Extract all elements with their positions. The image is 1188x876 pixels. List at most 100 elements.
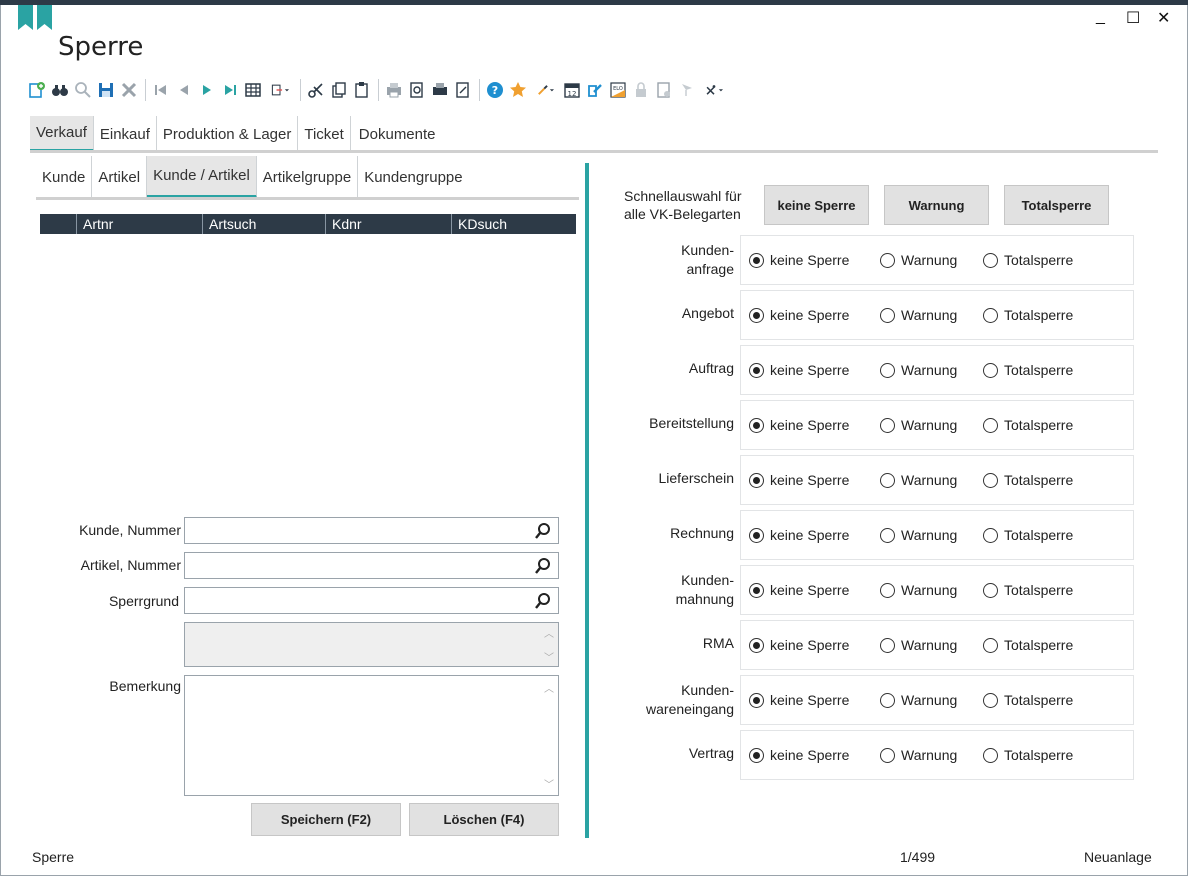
radio-indicator[interactable] bbox=[983, 637, 998, 653]
radio-indicator[interactable] bbox=[880, 362, 895, 378]
copy-icon[interactable] bbox=[328, 79, 350, 101]
subtab-kunde-artikel[interactable]: Kunde / Artikel bbox=[147, 156, 257, 198]
elo-icon[interactable]: ELO bbox=[607, 79, 629, 101]
search-icon[interactable] bbox=[534, 522, 552, 540]
sperrgrund-input[interactable] bbox=[185, 588, 525, 613]
radio-total[interactable]: Totalsperre bbox=[983, 747, 1073, 763]
radio-warn[interactable]: Warnung bbox=[880, 747, 957, 763]
radio-indicator[interactable] bbox=[983, 417, 998, 433]
radio-indicator[interactable] bbox=[880, 307, 895, 323]
radio-total[interactable]: Totalsperre bbox=[983, 582, 1073, 598]
radio-none[interactable]: keine Sperre bbox=[749, 252, 849, 268]
radio-indicator[interactable] bbox=[749, 417, 764, 433]
radio-none[interactable]: keine Sperre bbox=[749, 747, 849, 763]
quick-warnung-button[interactable]: Warnung bbox=[884, 185, 989, 225]
radio-total[interactable]: Totalsperre bbox=[983, 637, 1073, 653]
kunde-nummer-input[interactable] bbox=[185, 518, 525, 543]
radio-indicator[interactable] bbox=[880, 527, 895, 543]
radio-indicator[interactable] bbox=[983, 527, 998, 543]
minimize-button[interactable]: _ bbox=[1096, 8, 1105, 26]
radio-total[interactable]: Totalsperre bbox=[983, 527, 1073, 543]
radio-indicator[interactable] bbox=[749, 527, 764, 543]
radio-indicator[interactable] bbox=[749, 252, 764, 268]
radio-indicator[interactable] bbox=[749, 582, 764, 598]
edit-icon[interactable] bbox=[584, 79, 606, 101]
tab-ticket[interactable]: Ticket bbox=[298, 116, 351, 152]
search-icon[interactable] bbox=[534, 592, 552, 610]
maximize-button[interactable]: ☐ bbox=[1126, 8, 1140, 28]
radio-indicator[interactable] bbox=[880, 747, 895, 763]
lock-icon[interactable] bbox=[630, 79, 652, 101]
tab-verkauf[interactable]: Verkauf bbox=[30, 116, 94, 152]
delete-icon[interactable] bbox=[118, 79, 140, 101]
radio-warn[interactable]: Warnung bbox=[880, 252, 957, 268]
radio-indicator[interactable] bbox=[880, 637, 895, 653]
radio-indicator[interactable] bbox=[983, 252, 998, 268]
radio-warn[interactable]: Warnung bbox=[880, 417, 957, 433]
bemerkung-textarea[interactable]: ︿ ﹀ bbox=[184, 675, 559, 796]
save-icon[interactable] bbox=[95, 79, 117, 101]
radio-total[interactable]: Totalsperre bbox=[983, 252, 1073, 268]
scroll-down-icon[interactable]: ﹀ bbox=[542, 776, 556, 791]
help-icon[interactable]: ? bbox=[484, 79, 506, 101]
radio-total[interactable]: Totalsperre bbox=[983, 362, 1073, 378]
brush-icon[interactable] bbox=[530, 79, 560, 101]
radio-indicator[interactable] bbox=[983, 582, 998, 598]
delete-button[interactable]: Löschen (F4) bbox=[409, 803, 559, 836]
kunde-nummer-field[interactable] bbox=[184, 517, 559, 544]
radio-none[interactable]: keine Sperre bbox=[749, 362, 849, 378]
radio-warn[interactable]: Warnung bbox=[880, 692, 957, 708]
next-icon[interactable] bbox=[196, 79, 218, 101]
tab-einkauf[interactable]: Einkauf bbox=[94, 116, 157, 152]
radio-indicator[interactable] bbox=[880, 692, 895, 708]
radio-indicator[interactable] bbox=[983, 362, 998, 378]
panel-divider[interactable] bbox=[585, 163, 589, 838]
radio-indicator[interactable] bbox=[749, 307, 764, 323]
flag-icon[interactable] bbox=[676, 79, 698, 101]
scroll-up-icon[interactable]: ︿ bbox=[542, 625, 556, 640]
new-icon[interactable] bbox=[26, 79, 48, 101]
search-icon[interactable] bbox=[72, 79, 94, 101]
radio-none[interactable]: keine Sperre bbox=[749, 417, 849, 433]
radio-indicator[interactable] bbox=[749, 692, 764, 708]
grid-column-kdsuch[interactable]: KDsuch bbox=[451, 214, 576, 234]
close-button[interactable]: ✕ bbox=[1157, 8, 1170, 28]
radio-indicator[interactable] bbox=[880, 472, 895, 488]
artikel-nummer-field[interactable] bbox=[184, 552, 559, 579]
print-icon[interactable] bbox=[383, 79, 405, 101]
artikel-nummer-input[interactable] bbox=[185, 553, 525, 578]
radio-total[interactable]: Totalsperre bbox=[983, 692, 1073, 708]
document-icon[interactable] bbox=[653, 79, 675, 101]
radio-none[interactable]: keine Sperre bbox=[749, 472, 849, 488]
radio-indicator[interactable] bbox=[983, 692, 998, 708]
print-setup-icon[interactable] bbox=[429, 79, 451, 101]
radio-total[interactable]: Totalsperre bbox=[983, 307, 1073, 323]
radio-indicator[interactable] bbox=[880, 582, 895, 598]
radio-indicator[interactable] bbox=[749, 472, 764, 488]
grid-column-kdnr[interactable]: Kdnr bbox=[325, 214, 451, 234]
radio-none[interactable]: keine Sperre bbox=[749, 637, 849, 653]
scroll-up-icon[interactable]: ︿ bbox=[542, 680, 556, 695]
subtab-artikelgruppe[interactable]: Artikelgruppe bbox=[257, 156, 359, 198]
radio-total[interactable]: Totalsperre bbox=[983, 472, 1073, 488]
grid-column-artnr[interactable]: Artnr bbox=[76, 214, 202, 234]
radio-none[interactable]: keine Sperre bbox=[749, 582, 849, 598]
subtab-artikel[interactable]: Artikel bbox=[92, 156, 148, 198]
export-icon[interactable] bbox=[265, 79, 295, 101]
tab-produktion-lager[interactable]: Produktion & Lager bbox=[157, 116, 299, 152]
radio-indicator[interactable] bbox=[983, 307, 998, 323]
tools-icon[interactable] bbox=[699, 79, 729, 101]
radio-warn[interactable]: Warnung bbox=[880, 637, 957, 653]
sperrgrund-field[interactable] bbox=[184, 587, 559, 614]
radio-indicator[interactable] bbox=[983, 472, 998, 488]
prev-icon[interactable] bbox=[173, 79, 195, 101]
subtab-kunde[interactable]: Kunde bbox=[36, 156, 93, 198]
grid-column-artsuch[interactable]: Artsuch bbox=[202, 214, 325, 234]
radio-warn[interactable]: Warnung bbox=[880, 527, 957, 543]
radio-none[interactable]: keine Sperre bbox=[749, 692, 849, 708]
preview-icon[interactable] bbox=[452, 79, 474, 101]
subtab-kundengruppe[interactable]: Kundengruppe bbox=[358, 156, 468, 198]
binoculars-icon[interactable] bbox=[49, 79, 71, 101]
cut-icon[interactable] bbox=[305, 79, 327, 101]
radio-warn[interactable]: Warnung bbox=[880, 472, 957, 488]
